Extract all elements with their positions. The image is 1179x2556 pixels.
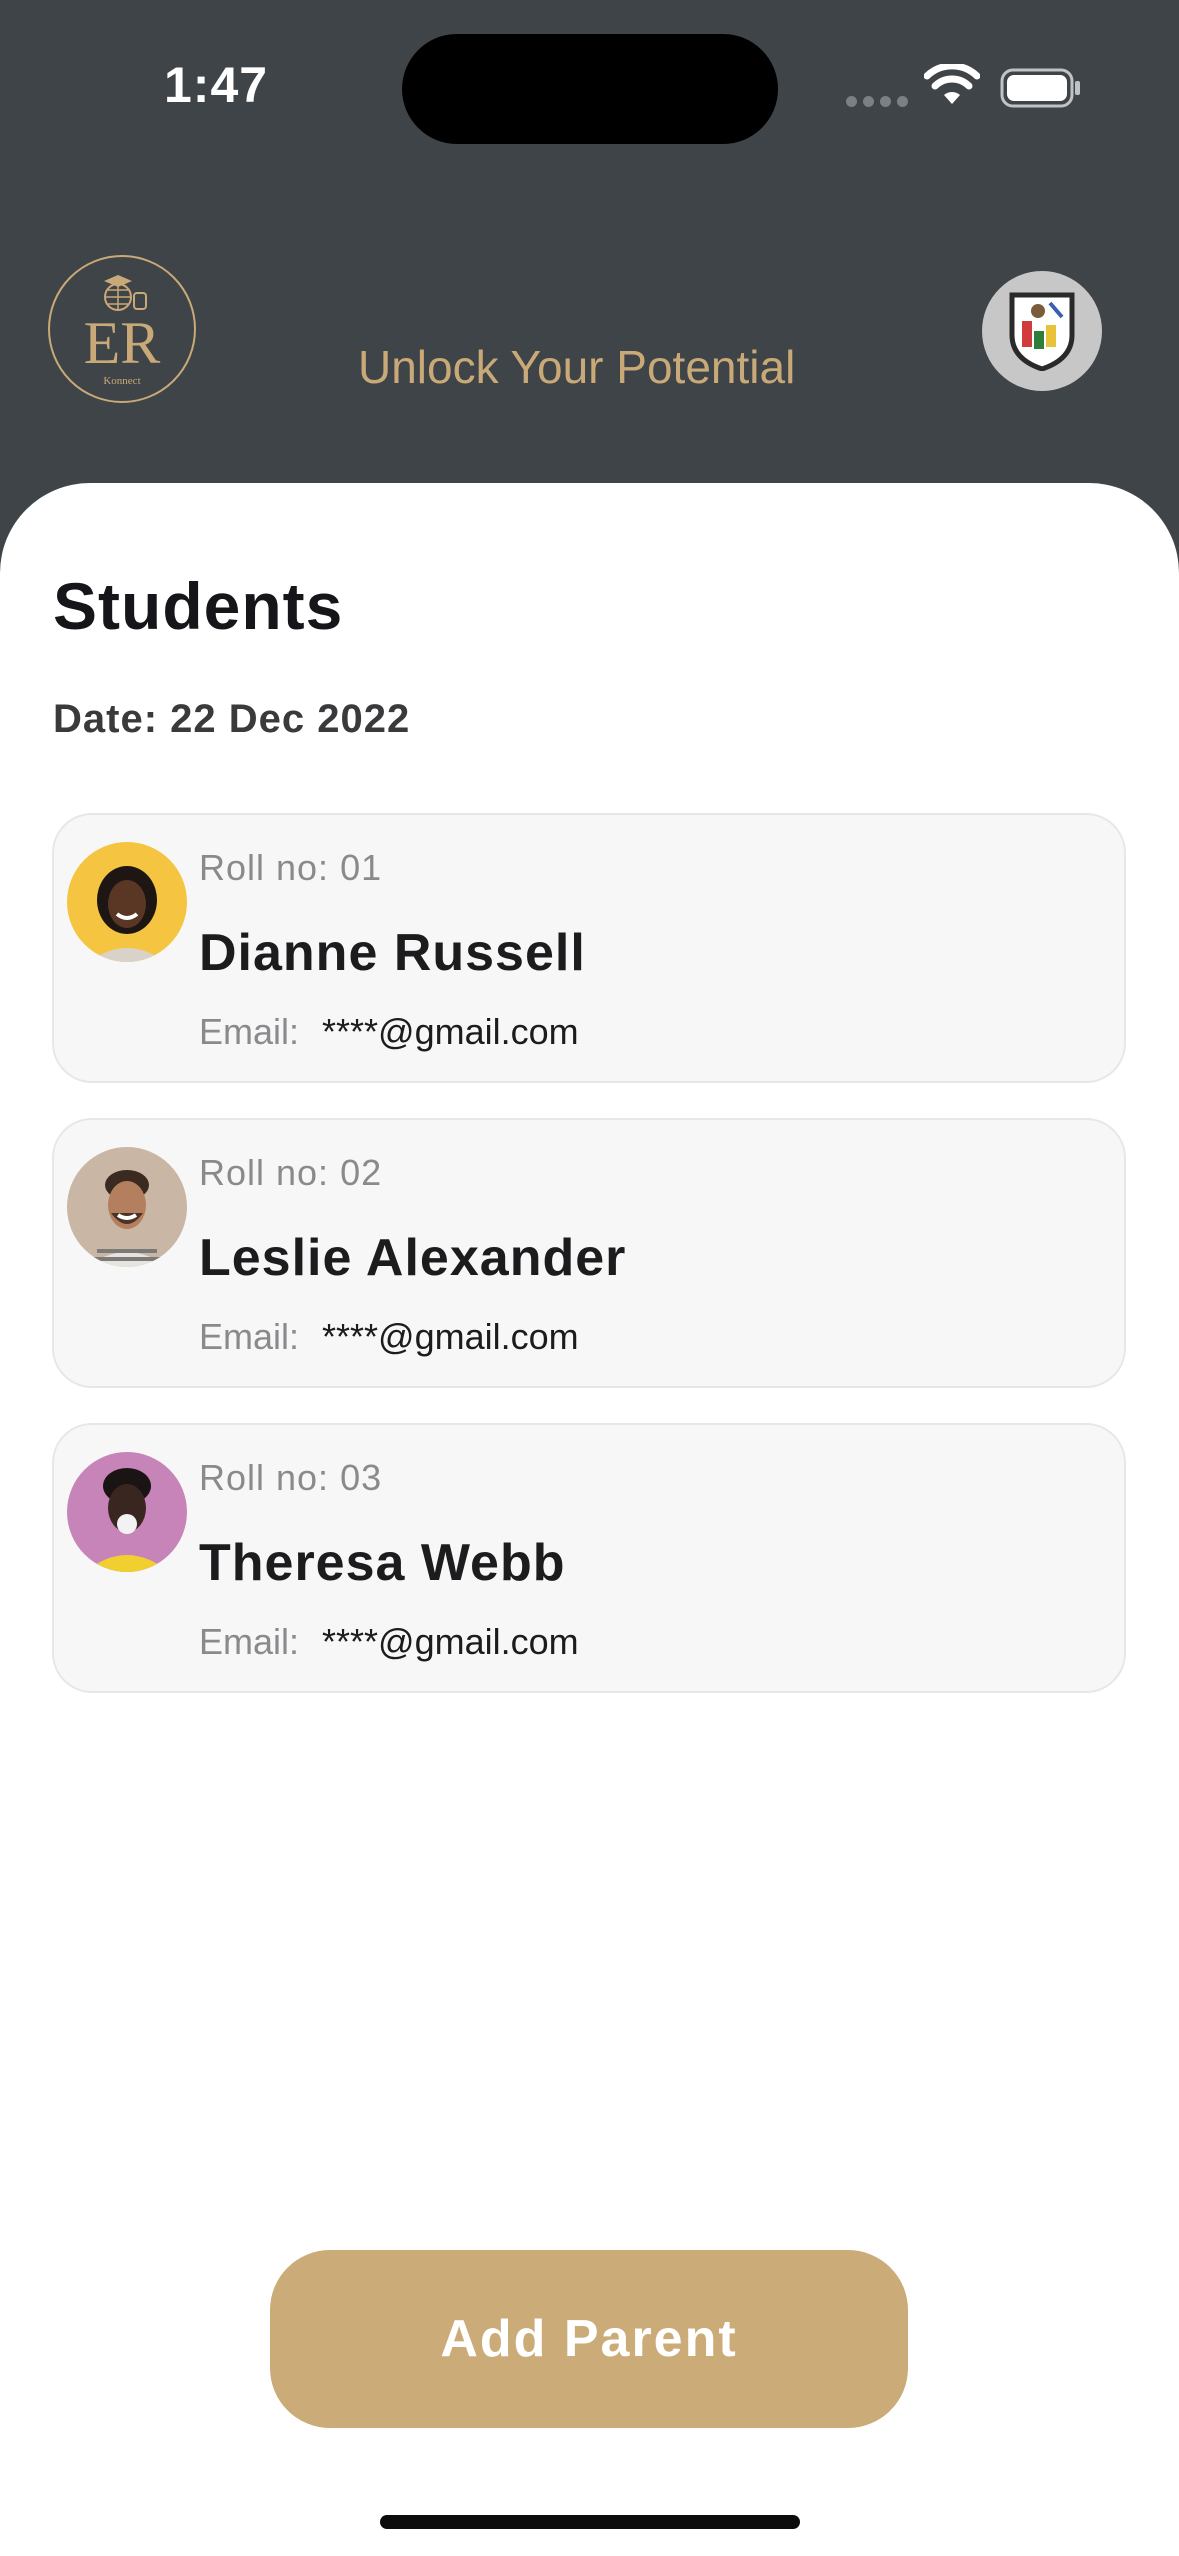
school-crest-icon[interactable]: [982, 271, 1102, 391]
header-tagline: Unlock Your Potential: [358, 341, 796, 393]
signal-icon: [846, 96, 908, 108]
add-parent-button[interactable]: Add Parent: [270, 2250, 908, 2428]
crest-shield-icon: [1009, 292, 1075, 371]
wifi-icon: [924, 64, 980, 104]
student-card[interactable]: Roll no: 02 Leslie Alexander Email: ****…: [52, 1118, 1126, 1388]
roll-number: Roll no: 02: [199, 1152, 383, 1193]
home-indicator[interactable]: [380, 2515, 800, 2529]
date-label: Date: 22 Dec 2022: [53, 697, 411, 741]
battery-icon: [1000, 68, 1080, 108]
roll-number: Roll no: 03: [199, 1457, 383, 1498]
er-konnect-logo[interactable]: ER Konnect: [48, 255, 196, 403]
email-value: ****@gmail.com: [322, 1011, 579, 1052]
dynamic-island: [402, 34, 778, 144]
logo-subtext: Konnect: [103, 375, 141, 387]
status-time: 1:47: [164, 57, 269, 113]
student-name: Theresa Webb: [199, 1534, 566, 1592]
email-value: ****@gmail.com: [322, 1316, 579, 1357]
email-label: Email:: [199, 1621, 300, 1662]
roll-number: Roll no: 01: [199, 847, 383, 888]
student-name: Leslie Alexander: [199, 1229, 627, 1287]
student-card[interactable]: Roll no: 01 Dianne Russell Email: ****@g…: [52, 813, 1126, 1083]
email-value: ****@gmail.com: [322, 1621, 579, 1662]
avatar: [67, 842, 187, 962]
avatar: [67, 1147, 187, 1267]
student-card[interactable]: Roll no: 03 Theresa Webb Email: ****@gma…: [52, 1423, 1126, 1693]
email-label: Email:: [199, 1316, 300, 1357]
email-label: Email:: [199, 1011, 300, 1052]
logo-text: ER: [83, 310, 161, 376]
page-title: Students: [53, 569, 344, 643]
globe-cap-icon: [104, 275, 147, 311]
avatar: [67, 1452, 187, 1572]
student-name: Dianne Russell: [199, 924, 586, 982]
